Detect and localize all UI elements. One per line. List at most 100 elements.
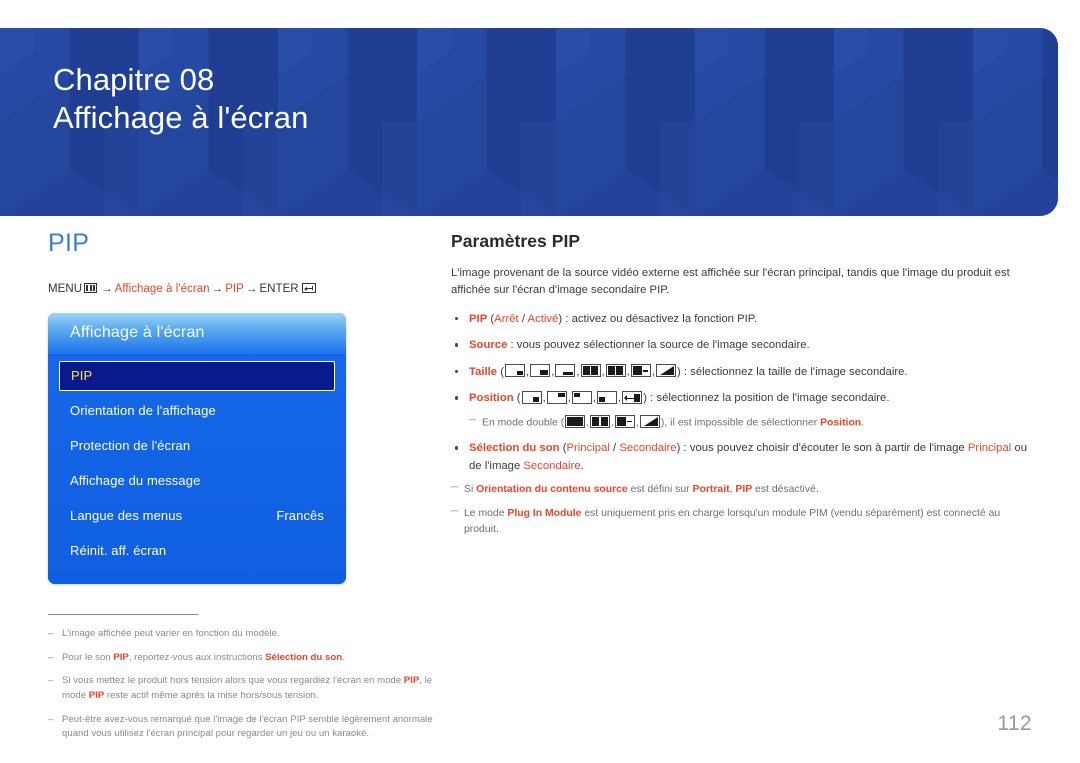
footnote-text: Peut-être avez-vous remarqué que l'image…: [62, 713, 433, 740]
breadcrumb-arrow-1: →: [101, 283, 113, 295]
footnote-item: – Pour le son PIP, reportez-vous aux inst…: [48, 651, 438, 666]
bullet-text: ) : activez ou désactivez la fonction PI…: [558, 312, 757, 325]
footnote-dash: –: [48, 628, 54, 640]
footnote-emphasis: PIP: [113, 651, 129, 663]
osd-item-label: Langue des menus: [70, 508, 183, 524]
breadcrumb-step-2: PIP: [225, 283, 244, 295]
page-content: PIP MENU → Affichage à l'écran → PIP → ENTER A…: [0, 216, 1080, 763]
bullet-dot-icon: [455, 343, 459, 347]
bullet-text: ) : sélectionnez la position de l'image …: [643, 392, 890, 405]
subnote-emphasis: Orientation du contenu source: [476, 484, 628, 496]
osd-item-label: Affichage du message: [70, 473, 201, 489]
osd-item-orientation[interactable]: Orientation de l'affichage: [59, 396, 335, 426]
bullet-text: /: [518, 312, 528, 325]
subnote-dash: ─: [451, 482, 459, 494]
footnote-text: Pour le son: [62, 651, 114, 663]
footnote-text: L'image affichée peut varier en fonction…: [62, 628, 280, 640]
subnote-text: Si: [464, 484, 477, 496]
osd-item-label: Orientation de l'affichage: [70, 403, 216, 419]
bullet-dot-icon: [455, 446, 459, 450]
bullet-text: (: [513, 392, 521, 405]
breadcrumb-step-1: Affichage à l'écran: [114, 283, 210, 295]
footnote-item: – Peut-être avez-vous remarqué que l'imag…: [48, 713, 438, 742]
bullet-text: .: [580, 459, 584, 472]
bullet-option: Arrêt: [494, 312, 519, 325]
bullet-text: ) : sélectionnez la taille de l'image se…: [676, 365, 908, 378]
breadcrumb-arrow-3: →: [245, 283, 258, 295]
settings-bullet-list: PIP (Arrêt / Activé) : activez ou désact…: [451, 311, 1031, 408]
bullet-source: Source : vous pouvez sélectionner la sou…: [451, 337, 1031, 355]
bullet-dot-icon: [455, 369, 459, 374]
osd-menu-panel[interactable]: Affichage à l'écran PIP Orientation de l…: [48, 312, 346, 584]
bullet-option: Secondaire: [523, 459, 581, 472]
pip-size-wide-icon: [555, 364, 576, 378]
pip-size-small-icon: [505, 364, 526, 378]
osd-item-reset-osd[interactable]: Réinit. aff. écran: [59, 536, 335, 566]
pip-position-top-right-icon: [546, 390, 567, 404]
bullet-text: /: [609, 442, 620, 455]
bullet-term: Taille: [469, 365, 498, 378]
chapter-heading: Chapitre 08 Affichage à l'écran: [53, 61, 308, 138]
subnote-text: Le mode: [464, 507, 508, 519]
section-title: PIP: [48, 229, 90, 257]
settings-bullet-list-2: Sélection du son (Principal / Secondaire…: [451, 440, 1031, 475]
left-column: PIP MENU → Affichage à l'écran → PIP → ENTER A…: [48, 231, 438, 751]
enter-label: ENTER: [259, 283, 299, 295]
footnote-text: , reportez-vous aux instructions: [128, 651, 266, 663]
intro-paragraph: L'image provenant de la source vidéo ext…: [451, 267, 1010, 297]
pip-double-diagonal-icon: [639, 414, 660, 428]
page-number: 112: [997, 712, 1032, 735]
chapter-title: Affichage à l'écran: [53, 100, 309, 136]
footnote-text: reste actif même après la mise hors/sous…: [104, 689, 319, 701]
subnote-portrait: ─ Si Orientation du contenu source est dé…: [451, 482, 1031, 498]
pip-double-diagonal-icon: [655, 364, 676, 378]
pip-double-quad-icon: [605, 364, 626, 378]
bullet-dot-icon: [455, 316, 459, 321]
footnotes-divider: [48, 613, 198, 616]
enter-return-icon: [301, 283, 316, 293]
osd-item-pip[interactable]: PIP: [59, 360, 335, 391]
subnote-dash: ─: [469, 414, 477, 426]
bullet-text: : vous pouvez sélectionner la source de …: [507, 339, 810, 352]
footnote-emphasis: PIP: [88, 689, 105, 701]
bullet-text: ) : vous pouvez choisir d'écouter le son…: [676, 442, 968, 455]
menu-bars-icon: [84, 283, 98, 293]
bullet-term: Sélection du son: [469, 442, 560, 455]
subnote-emphasis: Portrait: [692, 484, 730, 496]
osd-item-label: PIP: [71, 368, 93, 384]
bullet-text: (: [497, 365, 505, 378]
subnote-text: ), il est impossible de sélectionner: [660, 417, 821, 429]
menu-breadcrumb: MENU → Affichage à l'écran → PIP → ENTER: [48, 282, 438, 297]
bullet-sound-selection: Sélection du son (Principal / Secondaire…: [451, 440, 1031, 475]
osd-item-screen-protection[interactable]: Protection de l'écran: [59, 431, 335, 461]
footnote-dash: –: [48, 675, 54, 687]
osd-item-menu-language[interactable]: Langue des menus Francês: [59, 501, 335, 531]
footnote-item: – L'image affichée peut varier en fonctio…: [48, 627, 438, 642]
bullet-option: Principal: [967, 442, 1012, 455]
subnote-text: En mode double (: [482, 417, 565, 429]
bullet-pip: PIP (Arrêt / Activé) : activez ou désact…: [451, 311, 1031, 329]
bullet-taille: Taille (,,,,,,) : sélectionnez la taille…: [451, 364, 1031, 382]
subnote-text: est défini sur: [627, 484, 693, 496]
bullet-term: Source: [469, 339, 508, 352]
bullet-option: Principal: [566, 442, 610, 455]
bullet-position: Position (,,,,) : sélectionnez la positi…: [451, 390, 1031, 408]
pip-position-bottom-left-icon: [597, 390, 618, 404]
osd-panel-body: PIP Orientation de l'affichage Protectio…: [48, 353, 346, 584]
subnote-emphasis: PIP: [735, 484, 753, 496]
pip-position-move-icon: [622, 390, 643, 404]
footnote-text: Si vous mettez le produit hors tension a…: [62, 675, 404, 687]
subnote-text: .: [861, 417, 865, 429]
pip-double-bar-icon: [630, 364, 651, 378]
osd-panel-title: Affichage à l'écran: [70, 324, 205, 342]
pip-double-half-icon: [565, 414, 586, 428]
osd-item-value: Francês: [276, 508, 324, 524]
chapter-number: Chapitre 08: [53, 62, 215, 97]
right-column: Paramètres PIP L'image provenant de la s…: [451, 231, 1031, 547]
bullet-term: Position: [469, 392, 514, 405]
osd-item-message-display[interactable]: Affichage du message: [59, 466, 335, 496]
subnote-text: est désactivé.: [752, 484, 819, 496]
pip-position-bottom-right-icon: [521, 390, 542, 404]
pip-double-bar-icon: [615, 414, 635, 428]
osd-panel-header: Affichage à l'écran: [48, 312, 346, 354]
